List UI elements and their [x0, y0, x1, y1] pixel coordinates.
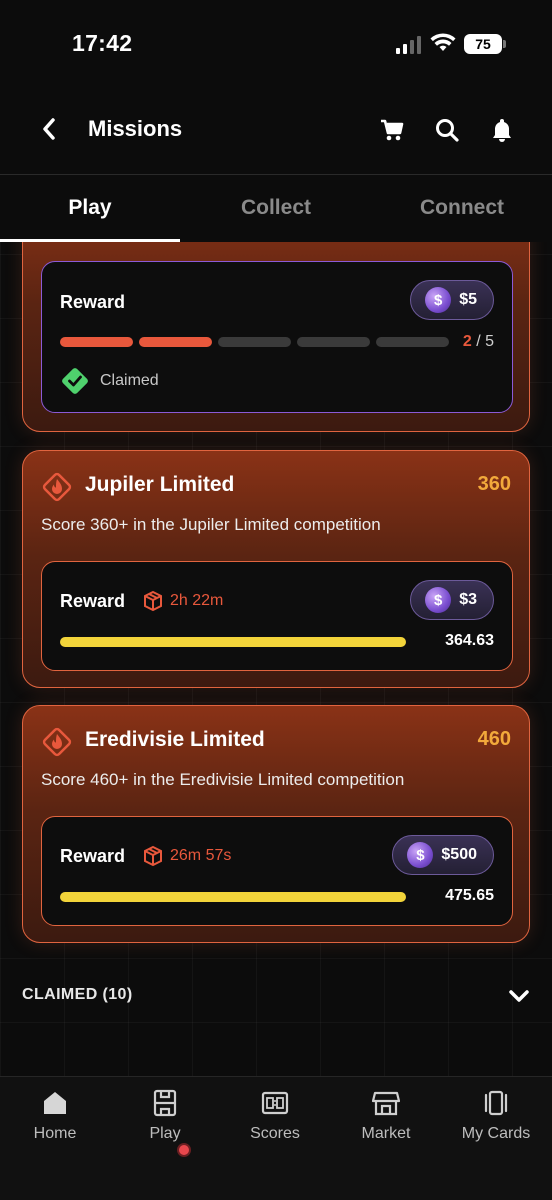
progress-segment: [218, 337, 291, 347]
progress-bar: [60, 637, 406, 647]
coin-icon: $: [407, 842, 434, 868]
reward-timer: 26m 57s: [142, 845, 231, 867]
box-icon: [144, 590, 162, 612]
reward-label: Reward: [60, 292, 126, 312]
nav-label: Market: [361, 1125, 411, 1142]
wifi-icon: [430, 33, 456, 51]
bottom-nav: Home Play Scores Market My Cards: [0, 1076, 552, 1200]
tab-connect[interactable]: Connect: [372, 175, 552, 241]
progress-segment: [139, 337, 212, 347]
cart-button[interactable]: [378, 116, 406, 144]
reward-panel: Reward $ $5 2 / 5 Claimed: [41, 261, 513, 413]
mission-card[interactable]: Eredivisie Limited 460 Score 460+ in the…: [22, 705, 530, 943]
reward-label: Reward: [60, 591, 126, 611]
progress-bar: [60, 892, 406, 902]
progress-current: 2: [462, 333, 472, 350]
play-icon: [151, 1089, 179, 1117]
progress-total: / 5: [471, 333, 494, 350]
reward-badge: $ $5: [410, 280, 494, 320]
tab-bar: Play Collect Connect: [0, 174, 552, 242]
mission-description: Score 360+ in the Jupiler Limited compet…: [41, 515, 381, 534]
mission-card[interactable]: Jupiler Limited 360 Score 360+ in the Ju…: [22, 450, 530, 688]
timer-value: 2h 22m: [170, 592, 224, 609]
active-tab-indicator: [0, 239, 180, 242]
progress-segment: [297, 337, 370, 347]
nav-scores[interactable]: Scores: [225, 1089, 325, 1143]
cart-icon: [381, 119, 404, 141]
reward-label: Reward: [60, 846, 126, 866]
reward-value: $500: [441, 846, 477, 863]
tab-play[interactable]: Play: [0, 175, 180, 241]
coin-icon: $: [425, 587, 452, 613]
coin-icon: $: [425, 287, 452, 313]
nav-label: Play: [149, 1125, 181, 1142]
mission-score: 364.63: [445, 632, 494, 649]
flame-icon: [42, 472, 72, 502]
timer-value: 26m 57s: [170, 847, 232, 864]
home-icon: [41, 1089, 69, 1117]
bell-icon: [493, 119, 511, 142]
back-button[interactable]: [36, 114, 62, 144]
progress-segment: [60, 337, 133, 347]
scores-icon: [261, 1089, 289, 1117]
tab-collect[interactable]: Collect: [186, 175, 366, 241]
reward-badge: $ $3: [410, 580, 494, 620]
flame-icon: [42, 727, 72, 757]
reward-timer: 2h 22m: [142, 590, 223, 612]
mission-score: 475.65: [445, 887, 494, 904]
search-icon: [436, 119, 459, 142]
box-icon: [144, 845, 162, 867]
reward-badge: $ $500: [392, 835, 494, 875]
notifications-button[interactable]: [488, 116, 516, 144]
mission-name: Eredivisie Limited: [85, 728, 265, 751]
header: Missions: [0, 100, 552, 160]
nav-label: Home: [33, 1125, 77, 1142]
cards-icon: [482, 1089, 510, 1117]
nav-label: Scores: [250, 1125, 300, 1142]
claimed-section-toggle[interactable]: CLAIMED (10): [22, 986, 133, 1004]
nav-market[interactable]: Market: [336, 1089, 436, 1143]
back-icon: [43, 118, 55, 140]
reward-panel: Reward 2h 22m $ $3 364.63: [41, 561, 513, 671]
check-icon: [62, 368, 88, 394]
page-title: Missions: [88, 116, 183, 141]
status-bar: 17:42 75: [0, 0, 552, 90]
battery-tip: [503, 40, 506, 48]
search-button[interactable]: [433, 116, 461, 144]
signal-icon: [396, 36, 421, 54]
nav-play[interactable]: Play: [115, 1089, 215, 1157]
progress-count: 2 / 5: [463, 333, 494, 351]
nav-label: My Cards: [461, 1125, 531, 1142]
mission-description: Score 460+ in the Eredivisie Limited com…: [41, 770, 405, 789]
battery-indicator: 75: [464, 34, 502, 54]
reward-value: $5: [459, 291, 477, 308]
progress-segments: [60, 337, 449, 347]
reward-value: $3: [459, 591, 477, 608]
mission-name: Jupiler Limited: [85, 473, 235, 496]
claimed-label: Claimed: [100, 372, 159, 389]
chevron-down-icon[interactable]: [508, 988, 530, 1004]
notification-dot: [177, 1143, 191, 1157]
status-time: 17:42: [72, 30, 133, 56]
market-icon: [372, 1089, 400, 1117]
progress-segment: [376, 337, 449, 347]
mission-target: 460: [477, 728, 511, 750]
claimed-status: Claimed: [60, 366, 159, 396]
nav-home[interactable]: Home: [5, 1089, 105, 1143]
mission-target: 360: [477, 473, 511, 495]
reward-panel: Reward 26m 57s $ $500 475.65: [41, 816, 513, 926]
nav-my-cards[interactable]: My Cards: [446, 1089, 546, 1143]
